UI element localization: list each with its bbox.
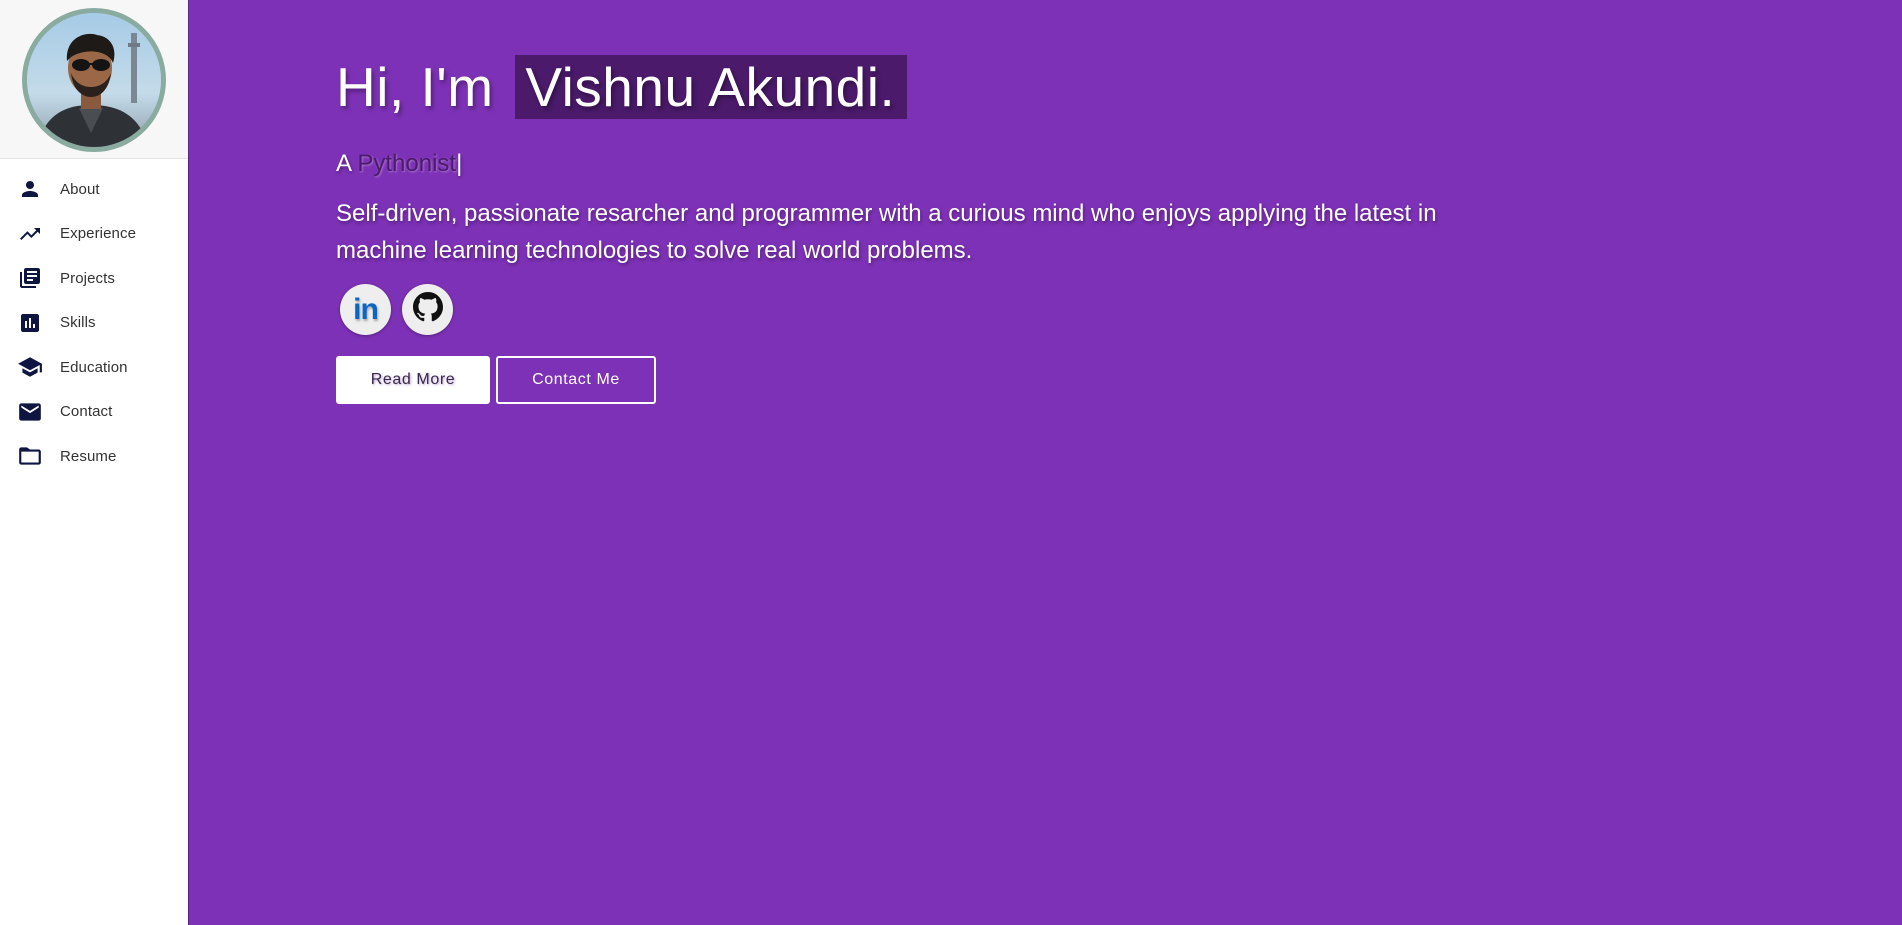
typed-prefix: A [336,150,351,177]
github-icon [412,292,443,327]
sidebar-item-education[interactable]: Education [0,345,188,390]
sidebar-item-label: Projects [60,269,115,287]
hero-greeting: Hi, I'm [336,56,494,118]
sidebar-item-experience[interactable]: Experience [0,212,188,257]
hero-section: Hi, I'm Vishnu Akundi. A Pythonist| Self… [336,55,1516,404]
contact-me-button[interactable]: Contact Me [496,356,656,404]
sidebar-item-label: Resume [60,447,117,465]
typed-role-line: A Pythonist| [336,149,1516,179]
typed-cursor: | [456,150,463,177]
hero-headline: Hi, I'm Vishnu Akundi. [336,55,1516,119]
social-links: in [336,284,1516,335]
sidebar-header [0,0,188,159]
sidebar-item-label: Education [60,358,128,376]
trending-up-icon [16,220,44,248]
sidebar-item-resume[interactable]: Resume [0,434,188,479]
sidebar-item-label: Contact [60,403,113,421]
person-icon [16,175,44,203]
main-content: Hi, I'm Vishnu Akundi. A Pythonist| Self… [190,0,1902,925]
folder-icon [16,442,44,470]
school-icon [16,353,44,381]
avatar [22,8,166,152]
sidebar-item-label: Skills [60,314,96,332]
linkedin-icon: in [353,292,379,326]
sidebar-item-about[interactable]: About [0,167,188,212]
read-more-button[interactable]: Read More [336,356,490,404]
sidebar-item-label: About [60,180,100,198]
library-books-icon [16,264,44,292]
sidebar: About Experience Projects Skills Educati… [0,0,189,925]
hero-name: Vishnu Akundi. [515,55,908,119]
github-button[interactable] [402,284,453,335]
sidebar-item-projects[interactable]: Projects [0,256,188,301]
mail-icon [16,398,44,426]
linkedin-button[interactable]: in [340,284,391,335]
hero-actions: Read More Contact Me [336,356,1516,404]
sidebar-nav: About Experience Projects Skills Educati… [0,159,188,479]
bar-chart-icon [16,309,44,337]
hero-tagline: Self-driven, passionate resarcher and pr… [336,200,1437,264]
typed-role: Pythonist [357,150,457,177]
sidebar-item-contact[interactable]: Contact [0,390,188,435]
avatar-photo [27,13,161,147]
sidebar-item-label: Experience [60,225,137,243]
sidebar-item-skills[interactable]: Skills [0,301,188,346]
